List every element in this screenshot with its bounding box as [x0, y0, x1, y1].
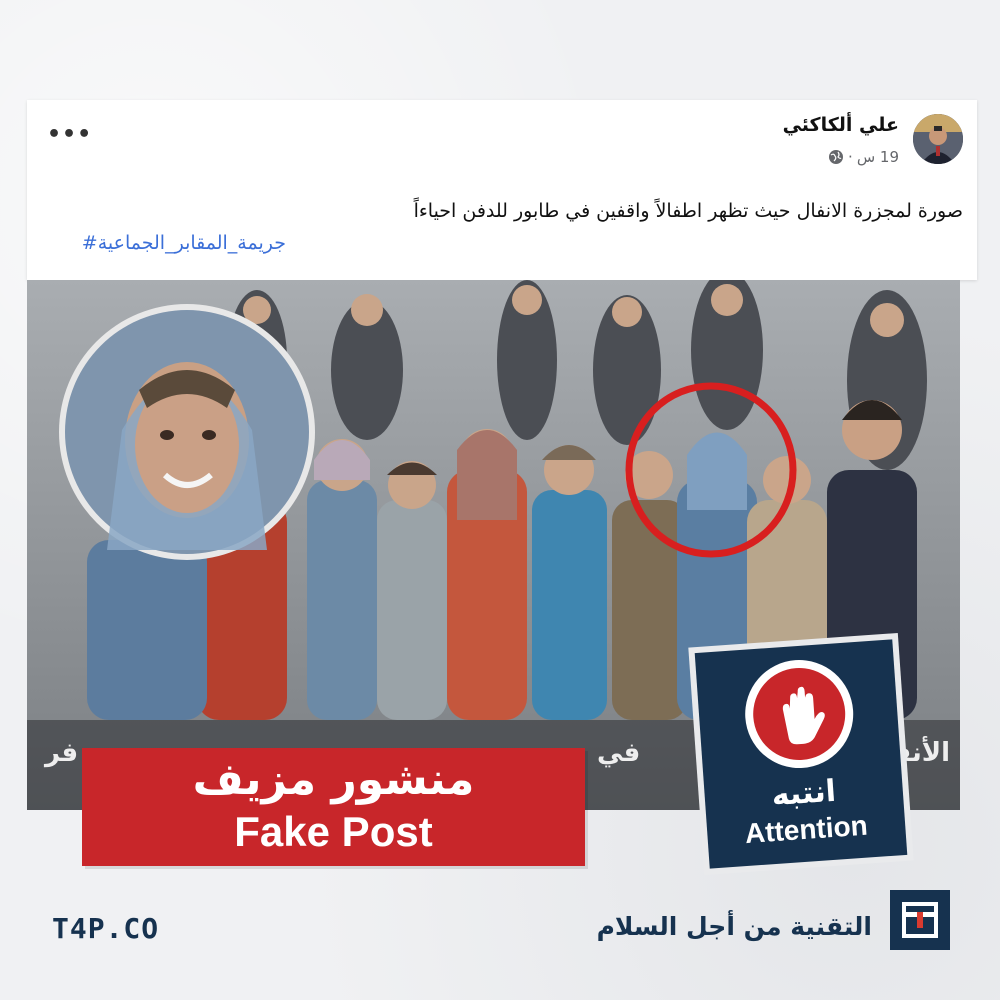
post-card: علي ألكاكئي 19 س · ••• صورة لمجزرة الانف… [27, 100, 977, 280]
meta-separator: · [848, 148, 853, 166]
globe-icon [829, 150, 844, 164]
post-meta: 19 س · [828, 148, 899, 166]
post-hashtag[interactable]: جريمة_المقابر_الجماعية# [82, 232, 286, 254]
attention-card: انتبه Attention [688, 632, 914, 876]
photo-caption-mid: في [597, 738, 641, 768]
more-options-icon[interactable]: ••• [47, 124, 92, 146]
avatar[interactable] [913, 114, 963, 164]
author-name[interactable]: علي ألكاكئي [783, 114, 899, 136]
attention-card-inner: انتبه Attention [694, 639, 908, 869]
t4p-logo-glyph [902, 902, 938, 938]
post-time[interactable]: 19 س [857, 148, 899, 166]
post-text: صورة لمجزرة الانفال حيث تظهر اطفالاً واق… [413, 200, 963, 222]
stop-hand-badge [750, 664, 849, 764]
avatar-image [913, 114, 963, 164]
fake-post-label: منشور مزيف Fake Post [82, 748, 585, 866]
hand-icon [782, 686, 825, 745]
t4p-logo-icon [890, 890, 950, 950]
stop-hand-icon [741, 656, 857, 772]
brand-name: التقنية من أجل السلام [596, 912, 872, 941]
photo-caption-left: فر [45, 738, 79, 768]
fake-post-arabic: منشور مزيف [192, 754, 475, 805]
brand-site: T4P.CO [52, 912, 160, 945]
fake-post-english: Fake Post [234, 808, 433, 855]
